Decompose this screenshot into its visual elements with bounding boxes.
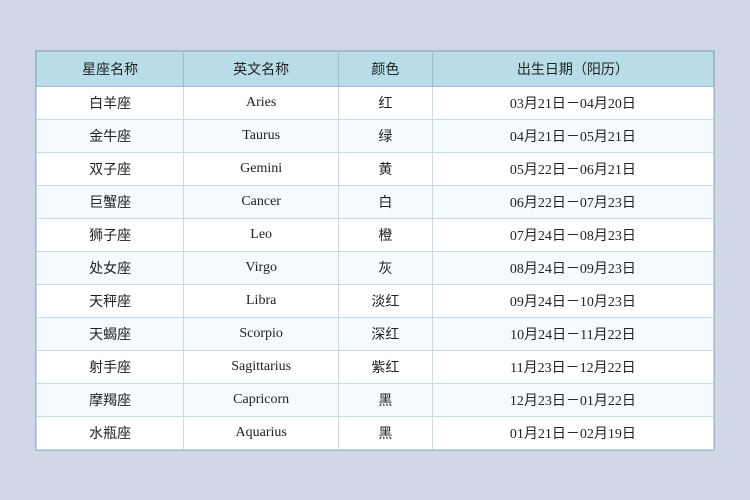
table-cell: 水瓶座 bbox=[37, 416, 184, 449]
table-cell: 11月23日－12月22日 bbox=[432, 350, 713, 383]
table-row: 水瓶座Aquarius黑01月21日－02月19日 bbox=[37, 416, 714, 449]
table-cell: Cancer bbox=[184, 185, 339, 218]
table-cell: Sagittarius bbox=[184, 350, 339, 383]
table-body: 白羊座Aries红03月21日－04月20日金牛座Taurus绿04月21日－0… bbox=[37, 86, 714, 449]
table-row: 射手座Sagittarius紫红11月23日－12月22日 bbox=[37, 350, 714, 383]
table-cell: 淡红 bbox=[339, 284, 433, 317]
table-cell: 04月21日－05月21日 bbox=[432, 119, 713, 152]
table-row: 处女座Virgo灰08月24日－09月23日 bbox=[37, 251, 714, 284]
table-cell: 黄 bbox=[339, 152, 433, 185]
table-row: 天蝎座Scorpio深红10月24日－11月22日 bbox=[37, 317, 714, 350]
table-cell: 处女座 bbox=[37, 251, 184, 284]
table-row: 白羊座Aries红03月21日－04月20日 bbox=[37, 86, 714, 119]
table-cell: 金牛座 bbox=[37, 119, 184, 152]
table-cell: 橙 bbox=[339, 218, 433, 251]
zodiac-table-wrapper: 星座名称英文名称颜色出生日期（阳历） 白羊座Aries红03月21日－04月20… bbox=[35, 50, 715, 451]
table-cell: 射手座 bbox=[37, 350, 184, 383]
table-cell: Virgo bbox=[184, 251, 339, 284]
table-cell: 灰 bbox=[339, 251, 433, 284]
table-cell: Aquarius bbox=[184, 416, 339, 449]
table-cell: 01月21日－02月19日 bbox=[432, 416, 713, 449]
table-header-cell: 星座名称 bbox=[37, 51, 184, 86]
zodiac-table: 星座名称英文名称颜色出生日期（阳历） 白羊座Aries红03月21日－04月20… bbox=[36, 51, 714, 450]
table-row: 天秤座Libra淡红09月24日－10月23日 bbox=[37, 284, 714, 317]
table-cell: 摩羯座 bbox=[37, 383, 184, 416]
table-cell: 12月23日－01月22日 bbox=[432, 383, 713, 416]
table-cell: 深红 bbox=[339, 317, 433, 350]
table-cell: 狮子座 bbox=[37, 218, 184, 251]
table-cell: Capricorn bbox=[184, 383, 339, 416]
table-header-row: 星座名称英文名称颜色出生日期（阳历） bbox=[37, 51, 714, 86]
table-cell: 天蝎座 bbox=[37, 317, 184, 350]
table-cell: 06月22日－07月23日 bbox=[432, 185, 713, 218]
table-cell: 08月24日－09月23日 bbox=[432, 251, 713, 284]
table-cell: Libra bbox=[184, 284, 339, 317]
table-cell: 红 bbox=[339, 86, 433, 119]
table-cell: 白 bbox=[339, 185, 433, 218]
table-cell: 巨蟹座 bbox=[37, 185, 184, 218]
table-row: 金牛座Taurus绿04月21日－05月21日 bbox=[37, 119, 714, 152]
table-header-cell: 英文名称 bbox=[184, 51, 339, 86]
table-cell: 07月24日－08月23日 bbox=[432, 218, 713, 251]
table-row: 狮子座Leo橙07月24日－08月23日 bbox=[37, 218, 714, 251]
table-row: 摩羯座Capricorn黑12月23日－01月22日 bbox=[37, 383, 714, 416]
table-cell: Taurus bbox=[184, 119, 339, 152]
table-header-cell: 出生日期（阳历） bbox=[432, 51, 713, 86]
table-cell: 天秤座 bbox=[37, 284, 184, 317]
table-row: 双子座Gemini黄05月22日－06月21日 bbox=[37, 152, 714, 185]
table-cell: Scorpio bbox=[184, 317, 339, 350]
table-cell: 白羊座 bbox=[37, 86, 184, 119]
table-cell: 黑 bbox=[339, 383, 433, 416]
table-header-cell: 颜色 bbox=[339, 51, 433, 86]
table-cell: 03月21日－04月20日 bbox=[432, 86, 713, 119]
table-cell: Aries bbox=[184, 86, 339, 119]
table-cell: 黑 bbox=[339, 416, 433, 449]
table-cell: Leo bbox=[184, 218, 339, 251]
table-row: 巨蟹座Cancer白06月22日－07月23日 bbox=[37, 185, 714, 218]
table-cell: 09月24日－10月23日 bbox=[432, 284, 713, 317]
table-cell: 10月24日－11月22日 bbox=[432, 317, 713, 350]
table-cell: 05月22日－06月21日 bbox=[432, 152, 713, 185]
table-cell: 双子座 bbox=[37, 152, 184, 185]
table-cell: 绿 bbox=[339, 119, 433, 152]
table-cell: 紫红 bbox=[339, 350, 433, 383]
table-cell: Gemini bbox=[184, 152, 339, 185]
